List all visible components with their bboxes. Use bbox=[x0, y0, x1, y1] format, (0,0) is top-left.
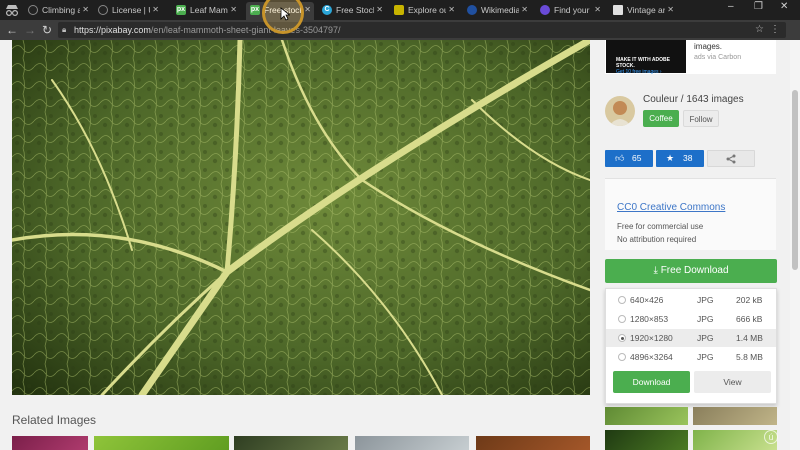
related-thumbnail[interactable] bbox=[605, 430, 688, 450]
radio-button-checked[interactable] bbox=[618, 334, 626, 342]
main-photo[interactable] bbox=[12, 40, 590, 395]
restore-icon[interactable]: ❐ bbox=[754, 1, 763, 12]
avatar[interactable] bbox=[605, 96, 635, 126]
browser-tab[interactable]: Explore ou ✕ bbox=[390, 2, 458, 20]
related-thumbnail[interactable] bbox=[94, 436, 229, 450]
download-option-selected[interactable]: 1920×1280 JPG 1.4 MB bbox=[606, 329, 776, 347]
license-link[interactable]: CC0 Creative Commons bbox=[617, 202, 725, 213]
browser-tab[interactable]: License | U ✕ bbox=[94, 2, 162, 20]
px-icon: px bbox=[250, 5, 260, 15]
mouse-cursor-icon bbox=[280, 7, 290, 21]
like-button[interactable]: 👍︎ 65 bbox=[605, 150, 653, 167]
url-host: https://pixabay.com bbox=[74, 25, 151, 35]
minimize-icon[interactable]: – bbox=[728, 1, 734, 12]
wiki-icon bbox=[467, 5, 477, 15]
scrollbar-thumb[interactable] bbox=[792, 90, 798, 270]
favorite-button[interactable]: ★ 38 bbox=[656, 150, 704, 167]
ad-via-link[interactable]: ads via Carbon bbox=[694, 54, 741, 61]
follow-button[interactable]: Follow bbox=[683, 110, 719, 127]
incognito-icon bbox=[5, 5, 19, 17]
back-arrow-icon[interactable]: ← bbox=[6, 21, 18, 39]
camera-icon bbox=[98, 5, 108, 15]
download-button[interactable]: Download bbox=[613, 371, 690, 393]
related-images-heading: Related Images bbox=[12, 413, 97, 427]
browser-tab[interactable]: Find your ✕ bbox=[536, 2, 604, 20]
download-icon: ⤓ bbox=[653, 265, 658, 276]
browser-tab[interactable]: px Leaf Mamm ✕ bbox=[172, 2, 240, 20]
menu-dots-icon[interactable]: ⋮ bbox=[770, 22, 780, 38]
bookmark-star-icon[interactable]: ☆ bbox=[755, 22, 764, 38]
lock-icon: 🔒︎ bbox=[62, 25, 67, 34]
radio-button[interactable] bbox=[618, 353, 626, 361]
like-count: 65 bbox=[632, 153, 642, 163]
close-tab-icon[interactable]: ✕ bbox=[667, 2, 674, 18]
forward-arrow-icon[interactable]: → bbox=[24, 21, 36, 39]
download-option[interactable]: 640×426 JPG 202 kB bbox=[606, 291, 776, 309]
page-icon bbox=[613, 5, 623, 15]
star-icon: ★ bbox=[666, 153, 675, 163]
leaf-image bbox=[12, 40, 590, 395]
close-window-icon[interactable]: ✕ bbox=[780, 1, 788, 12]
ad-image-line1: MAKE IT WITH ADOBE STOCK. bbox=[616, 57, 670, 69]
app-root: Climbing a ✕ License | U ✕ px Leaf Mamm … bbox=[0, 0, 800, 450]
download-option[interactable]: 1280×853 JPG 666 kB bbox=[606, 310, 776, 328]
radio-button[interactable] bbox=[618, 296, 626, 304]
download-option[interactable]: 4896×3264 JPG 5.8 MB bbox=[606, 348, 776, 366]
license-attribution: No attribution required bbox=[617, 235, 697, 244]
license-commercial: Free for commercial use bbox=[617, 222, 704, 231]
adobe-stock-ad-image[interactable]: MAKE IT WITH ADOBE STOCK. Get 10 free im… bbox=[606, 40, 686, 75]
license-box: CC0 Creative Commons Free for commercial… bbox=[605, 178, 776, 250]
flickr-icon bbox=[540, 5, 550, 15]
free-download-button[interactable]: ⤓ Free Download bbox=[605, 259, 777, 283]
reload-icon[interactable]: ↻ bbox=[42, 21, 52, 39]
close-tab-icon[interactable]: ✕ bbox=[152, 2, 159, 18]
px-icon: px bbox=[176, 5, 186, 15]
c-icon: C bbox=[322, 5, 332, 15]
share-button[interactable] bbox=[707, 150, 755, 167]
browser-toolbar: ← → ↻ 🔒︎ https://pixabay.com/en/leaf-mam… bbox=[0, 20, 800, 40]
watermark-icon: ú bbox=[764, 430, 778, 444]
related-thumbnail[interactable] bbox=[476, 436, 590, 450]
browser-tab[interactable]: Wikimedia ✕ bbox=[463, 2, 531, 20]
download-options-panel: 640×426 JPG 202 kB 1280×853 JPG 666 kB 1… bbox=[605, 288, 777, 404]
shield-icon bbox=[394, 5, 404, 15]
close-tab-icon[interactable]: ✕ bbox=[82, 2, 89, 18]
browser-tab[interactable]: C Free Stock ✕ bbox=[318, 2, 386, 20]
related-thumbnail[interactable] bbox=[605, 407, 688, 425]
close-tab-icon[interactable]: ✕ bbox=[448, 2, 455, 18]
ad-text: images. bbox=[694, 42, 723, 51]
ad-image-line2: Get 10 free images › bbox=[616, 69, 662, 75]
close-tab-icon[interactable]: ✕ bbox=[304, 2, 311, 18]
browser-tab[interactable]: Climbing a ✕ bbox=[24, 2, 92, 20]
related-thumbnail[interactable] bbox=[693, 407, 777, 425]
url-path: /en/leaf-mammoth-sheet-giant-leaves-3504… bbox=[150, 25, 341, 35]
free-download-label: Free Download bbox=[660, 265, 729, 276]
favorite-count: 38 bbox=[683, 153, 693, 163]
address-bar[interactable]: 🔒︎ https://pixabay.com/en/leaf-mammoth-s… bbox=[58, 22, 786, 38]
thumbs-up-icon: 👍︎ bbox=[615, 153, 625, 163]
page-content: Related Images MAKE IT WITH ADOBE STOCK.… bbox=[0, 40, 790, 450]
view-button[interactable]: View bbox=[694, 371, 771, 393]
coffee-button[interactable]: Coffee bbox=[643, 110, 679, 127]
close-tab-icon[interactable]: ✕ bbox=[594, 2, 601, 18]
username-link[interactable]: Couleur / 1643 images bbox=[643, 94, 744, 105]
ad-box[interactable]: MAKE IT WITH ADOBE STOCK. Get 10 free im… bbox=[605, 40, 776, 75]
close-tab-icon[interactable]: ✕ bbox=[230, 2, 237, 18]
camera-icon bbox=[28, 5, 38, 15]
related-thumbnail[interactable] bbox=[12, 436, 88, 450]
radio-button[interactable] bbox=[618, 315, 626, 323]
related-thumbnail[interactable] bbox=[355, 436, 469, 450]
avatar-image bbox=[605, 96, 635, 126]
related-thumbnail[interactable] bbox=[234, 436, 348, 450]
close-tab-icon[interactable]: ✕ bbox=[521, 2, 528, 18]
close-tab-icon[interactable]: ✕ bbox=[376, 2, 383, 18]
browser-tab[interactable]: Vintage ar ✕ bbox=[609, 2, 677, 20]
browser-tab-bar: Climbing a ✕ License | U ✕ px Leaf Mamm … bbox=[0, 0, 800, 20]
share-icon bbox=[726, 154, 736, 164]
page-scrollbar[interactable] bbox=[790, 40, 800, 450]
